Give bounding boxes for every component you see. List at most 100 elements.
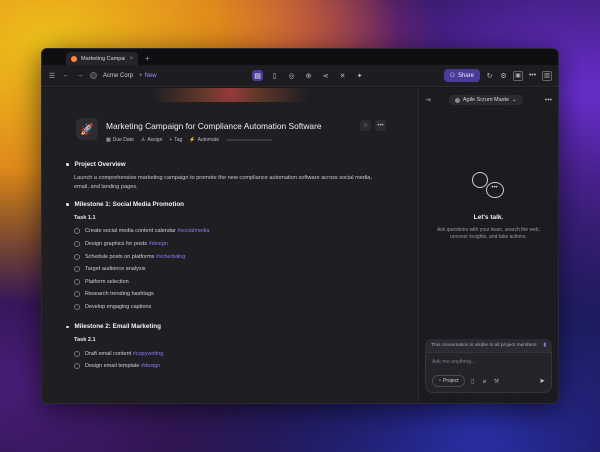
attach-icon[interactable]: ⌀ [481,378,489,385]
section-heading[interactable]: Milestone 2: Email Marketing [75,323,161,330]
rocket-icon [71,55,77,62]
automate-button[interactable]: ⚡ Automate [189,137,219,143]
new-tab-button[interactable]: + [142,52,153,65]
context-icon: ◔ [438,378,442,384]
section-heading[interactable]: Milestone 1: Social Media Promotion [75,201,185,208]
task-tag[interactable]: #socialmedia [177,228,209,234]
share-node-icon[interactable]: ⋖ [320,70,331,81]
document-pane: 🚀 Marketing Campaign for Compliance Auto… [42,88,418,403]
more-icon[interactable]: ••• [545,97,552,104]
new-button-label: New [144,72,157,79]
task-item[interactable]: Draft email content #copywriting [74,347,394,360]
task-text: Research trending hashtags [85,291,154,298]
target-icon[interactable]: ◎ [286,70,297,81]
checkbox[interactable] [74,241,80,248]
gear-icon[interactable]: ⚙ [499,72,508,80]
automation-icon: ⚡ [189,137,196,143]
task-text: Design graphics for posts [85,241,149,248]
tool-icon[interactable]: ⚒ [493,378,501,385]
checkbox[interactable] [74,228,80,235]
task-tag[interactable]: #design [141,363,160,369]
checkbox[interactable] [74,278,80,285]
chat-panel: ⇥ Agile Scrum Maste ⌄ ••• ••• Let's talk.… [418,88,558,403]
agent-select[interactable]: Agile Scrum Maste ⌄ [448,95,523,105]
task-label[interactable]: Task 2.1 [74,337,394,343]
collapse-panel-icon[interactable]: ⇥ [425,96,431,104]
workspace-name[interactable]: Acme Corp [103,73,133,79]
tag-button[interactable]: + Tag [169,137,182,143]
user-icon: ♙ [140,137,146,143]
document-card: 🚀 Marketing Campaign for Compliance Auto… [42,102,414,403]
chat-empty-title: Let's talk. [473,214,504,221]
bullet [66,325,69,329]
close-icon[interactable]: × [129,56,133,62]
task-item[interactable]: Target audience analysis [74,263,394,276]
puzzle-icon[interactable]: ✦ [354,70,365,81]
section-milestone-2: Milestone 2: Email Marketing Task 2.1 Dr… [66,323,394,372]
checkbox[interactable] [74,304,80,311]
task-label[interactable]: Task 1.1 [74,215,394,221]
rocket-icon[interactable]: 🚀 [76,118,98,140]
project-chip-label: Project [443,378,459,384]
agent-avatar [454,97,460,103]
task-tag[interactable]: #copywriting [133,351,164,357]
users-icon: ⚇ [449,73,455,79]
document-meta: ▦ Due Date ♙ Assign + Tag ⚡ Automate [106,137,322,143]
plus-icon: + [169,137,173,143]
due-date-button[interactable]: ▦ Due Date [106,137,134,143]
checkbox[interactable] [74,291,80,298]
chat-input[interactable]: Ask me anything... [432,359,545,375]
task-text: Schedule posts on platforms [85,253,156,260]
history-icon[interactable]: ↻ [485,72,494,80]
lock-icon[interactable]: ▣ [513,70,523,81]
task-text: Develop engaging captions [85,304,152,311]
checkbox[interactable] [74,363,80,370]
notice-text: This conversation is visible to all proj… [431,343,538,348]
chat-composer: This conversation is visible to all proj… [425,339,552,393]
share-button[interactable]: ⚇ Share [443,69,480,82]
task-text: Create social media content calendar [85,228,178,235]
new-button[interactable]: + New [139,73,157,79]
doc-icon[interactable]: ▯ [269,70,280,81]
page-title[interactable]: Marketing Campaign for Compliance Automa… [106,121,322,131]
task-tag[interactable]: #design [149,241,168,247]
send-icon[interactable]: ➤ [539,377,545,385]
plus-icon: + [139,72,143,79]
task-item[interactable]: Design graphics for posts #design [74,238,394,251]
browser-tab[interactable]: Marketing Campaign ... × [66,52,138,65]
more-icon[interactable]: ••• [375,120,386,131]
section-heading[interactable]: Project Overview [75,161,126,168]
board-icon[interactable]: ▤ [252,70,263,81]
task-item[interactable]: Create social media content calendar #so… [74,225,394,238]
view-switcher: ▤ ▯ ◎ ⊕ ⋖ ✕ ✦ [252,70,365,81]
progress-bar [225,139,272,141]
task-tag[interactable]: #scheduling [156,254,185,260]
globe-icon[interactable]: ⊕ [303,70,314,81]
task-item[interactable]: Schedule posts on platforms #scheduling [74,250,394,263]
task-item[interactable]: Platform selection [74,276,394,289]
file-icon[interactable]: ▯ [469,378,477,385]
forward-icon[interactable]: → [76,72,84,79]
app-toolbar: ☰ ← → Acme Corp + New ▤ ▯ ◎ ⊕ ⋖ ✕ ✦ ⚇ Shar… [42,65,558,87]
task-item[interactable]: Develop engaging captions [74,301,394,314]
workspace-avatar[interactable] [90,72,97,79]
project-context-chip[interactable]: ◔ Project [432,375,465,387]
task-item[interactable]: Research trending hashtags [74,288,394,301]
back-icon[interactable]: ← [62,72,70,79]
chevron-down-icon: ⌄ [512,97,517,103]
assign-button[interactable]: ♙ Assign [141,137,163,143]
task-text: Design email template [85,363,141,370]
checkbox[interactable] [74,266,80,273]
calendar-icon: ▦ [106,137,111,143]
panel-toggle-icon[interactable]: ▥ [542,70,552,81]
checkbox[interactable] [74,253,80,260]
task-text: Draft email content [85,350,133,357]
more-icon[interactable]: ••• [528,72,537,79]
star-icon[interactable]: ☆ [360,120,371,131]
compress-icon[interactable]: ✕ [337,70,348,81]
info-icon[interactable]: ▮ [543,343,546,348]
sidebar-toggle-icon[interactable]: ☰ [48,72,56,80]
checkbox[interactable] [74,350,80,357]
task-item[interactable]: Design email template #design [74,360,394,373]
section-paragraph[interactable]: Launch a comprehensive marketing campaig… [74,174,374,191]
